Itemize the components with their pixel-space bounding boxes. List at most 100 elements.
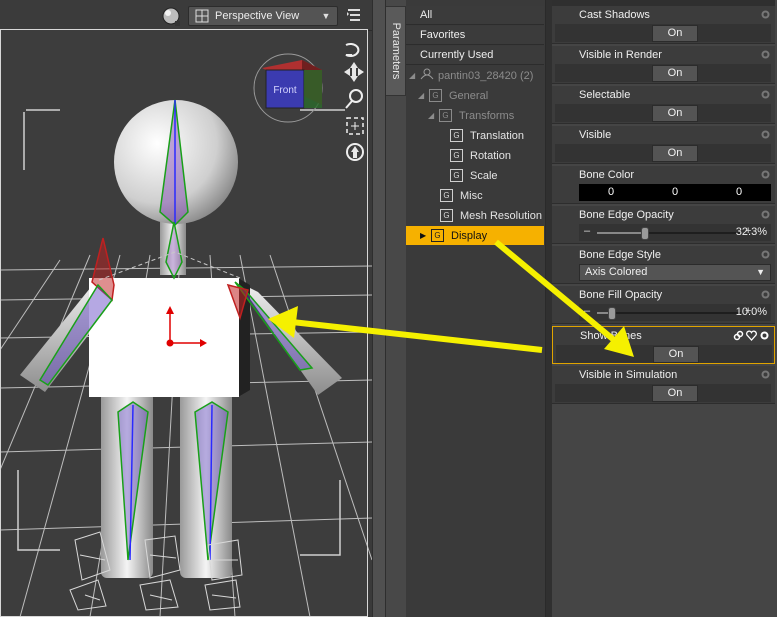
gear-icon[interactable] xyxy=(760,89,771,100)
gear-icon[interactable] xyxy=(760,49,771,60)
param-title: Bone Color xyxy=(579,169,635,181)
tree-item-rotation[interactable]: G Rotation xyxy=(406,146,544,165)
expand-right-icon[interactable]: ▶ xyxy=(420,231,429,240)
viewport-panel[interactable]: Perspective View ▼ Front xyxy=(0,0,372,617)
decrement-button[interactable]: – xyxy=(584,225,590,237)
filter-currently-used[interactable]: Currently Used xyxy=(406,46,544,65)
bone-color-g[interactable]: 0 xyxy=(643,184,707,201)
visible-toggle[interactable]: On xyxy=(652,145,698,162)
tree-item-misc[interactable]: G Misc xyxy=(406,186,544,205)
group-icon: G xyxy=(440,209,453,222)
param-title: Bone Fill Opacity xyxy=(579,289,663,301)
param-visible-in-simulation: Visible in Simulation On xyxy=(552,366,775,404)
gear-icon[interactable] xyxy=(760,369,771,380)
bone-fill-opacity-slider[interactable]: – + 10.0% xyxy=(579,304,771,321)
bone-edge-style-dropdown[interactable]: Axis Colored ▼ xyxy=(579,264,771,281)
expand-icon[interactable]: ◢ xyxy=(428,111,437,120)
tree-item-general[interactable]: ◢ G General xyxy=(406,86,544,105)
show-bones-toggle[interactable]: On xyxy=(653,346,699,363)
decrement-button[interactable]: – xyxy=(584,305,590,317)
gear-icon[interactable] xyxy=(760,9,771,20)
bone-color-b[interactable]: 0 xyxy=(707,184,771,201)
group-icon: G xyxy=(440,189,453,202)
tree-root-node[interactable]: ◢ pantin03_28420 (2) xyxy=(406,66,544,85)
visible-in-simulation-toggle[interactable]: On xyxy=(652,385,698,402)
chevron-down-icon: ▼ xyxy=(321,11,331,21)
scene-render: Front xyxy=(0,43,372,617)
figure-icon xyxy=(420,68,434,83)
selectable-toggle[interactable]: On xyxy=(652,105,698,122)
param-cast-shadows: Cast Shadows On xyxy=(552,6,775,44)
gear-icon[interactable] xyxy=(760,129,771,140)
gear-icon[interactable] xyxy=(760,209,771,220)
tree-item-display[interactable]: ▶ G Display xyxy=(406,226,544,245)
tree-item-label: Display xyxy=(451,229,488,242)
tree-root-label: pantin03_28420 (2) xyxy=(438,69,534,82)
heart-icon[interactable] xyxy=(746,330,757,344)
gear-icon[interactable] xyxy=(760,169,771,180)
tree-item-scale[interactable]: G Scale xyxy=(406,166,544,185)
gear-icon[interactable] xyxy=(760,289,771,300)
link-icon[interactable] xyxy=(733,330,744,344)
filter-favorites[interactable]: Favorites xyxy=(406,26,544,45)
param-bone-edge-opacity: Bone Edge Opacity – + 32.3% xyxy=(552,206,775,244)
param-title: Bone Edge Opacity xyxy=(579,209,674,221)
param-visible-in-render: Visible in Render On xyxy=(552,46,775,84)
param-title: Show Bones xyxy=(580,330,642,342)
tree-item-label: Rotation xyxy=(470,149,511,162)
tree-item-translation[interactable]: G Translation xyxy=(406,126,544,145)
slider-value[interactable]: 10.0% xyxy=(736,306,767,318)
tab-parameters[interactable]: Parameters xyxy=(386,6,406,96)
tree-item-mesh-resolution[interactable]: G Mesh Resolution xyxy=(406,206,544,225)
tree-item-transforms[interactable]: ◢ G Transforms xyxy=(406,106,544,125)
bone-color-r[interactable]: 0 xyxy=(579,184,643,201)
chevron-down-icon: ▼ xyxy=(756,267,765,277)
pan-icon[interactable] xyxy=(344,62,364,82)
slider-knob[interactable] xyxy=(608,307,617,320)
slider-value[interactable]: 32.3% xyxy=(736,226,767,238)
group-icon: G xyxy=(450,169,463,182)
tab-parameters-label: Parameters xyxy=(389,22,402,80)
gear-icon[interactable] xyxy=(760,249,771,260)
bone-edge-opacity-slider[interactable]: – + 32.3% xyxy=(579,224,771,241)
reset-icon[interactable] xyxy=(346,143,364,161)
param-title: Cast Shadows xyxy=(579,9,650,21)
visible-in-render-toggle[interactable]: On xyxy=(652,65,698,82)
param-bone-fill-opacity: Bone Fill Opacity – + 10.0% xyxy=(552,286,775,324)
slider-track[interactable] xyxy=(597,307,741,320)
group-icon: G xyxy=(431,229,444,242)
viewport-toolbar: Perspective View ▼ xyxy=(0,0,372,31)
expand-icon[interactable]: ◢ xyxy=(418,91,427,100)
menu-lines-icon[interactable] xyxy=(345,6,365,26)
side-tab-strip: Parameters xyxy=(386,0,406,617)
param-bone-edge-style: Bone Edge Style Axis Colored ▼ xyxy=(552,246,775,284)
slider-knob[interactable] xyxy=(640,227,649,240)
cast-shadows-toggle[interactable]: On xyxy=(652,25,698,42)
param-title: Visible xyxy=(579,129,612,141)
bone-color-field[interactable]: 0 0 0 xyxy=(579,184,771,201)
param-title: Bone Edge Style xyxy=(579,249,661,261)
param-icons xyxy=(733,330,770,344)
expand-icon[interactable]: ◢ xyxy=(409,71,418,80)
slider-track[interactable] xyxy=(597,227,741,240)
slider-fill xyxy=(597,232,644,234)
orbit-icon[interactable] xyxy=(345,43,360,57)
sphere-icon[interactable] xyxy=(160,5,182,27)
frame-icon[interactable] xyxy=(346,117,364,135)
param-title: Visible in Simulation xyxy=(579,369,678,381)
view-cube[interactable]: Front xyxy=(253,53,323,123)
param-show-bones: Show Bones On xyxy=(552,326,775,364)
tree-item-label: Mesh Resolution xyxy=(460,209,542,222)
group-icon: G xyxy=(450,129,463,142)
group-icon: G xyxy=(450,149,463,162)
param-bone-color: Bone Color 0 0 0 xyxy=(552,166,775,204)
tree-item-label: Translation xyxy=(470,129,525,142)
param-visible: Visible On xyxy=(552,126,775,164)
group-icon: G xyxy=(429,89,442,102)
view-select-dropdown[interactable]: Perspective View ▼ xyxy=(188,6,338,26)
gear-icon[interactable] xyxy=(759,330,770,344)
zoom-icon[interactable] xyxy=(345,89,363,109)
filter-all-label: All xyxy=(420,9,433,21)
panel-divider[interactable] xyxy=(372,0,386,617)
filter-all[interactable]: All xyxy=(406,6,544,25)
